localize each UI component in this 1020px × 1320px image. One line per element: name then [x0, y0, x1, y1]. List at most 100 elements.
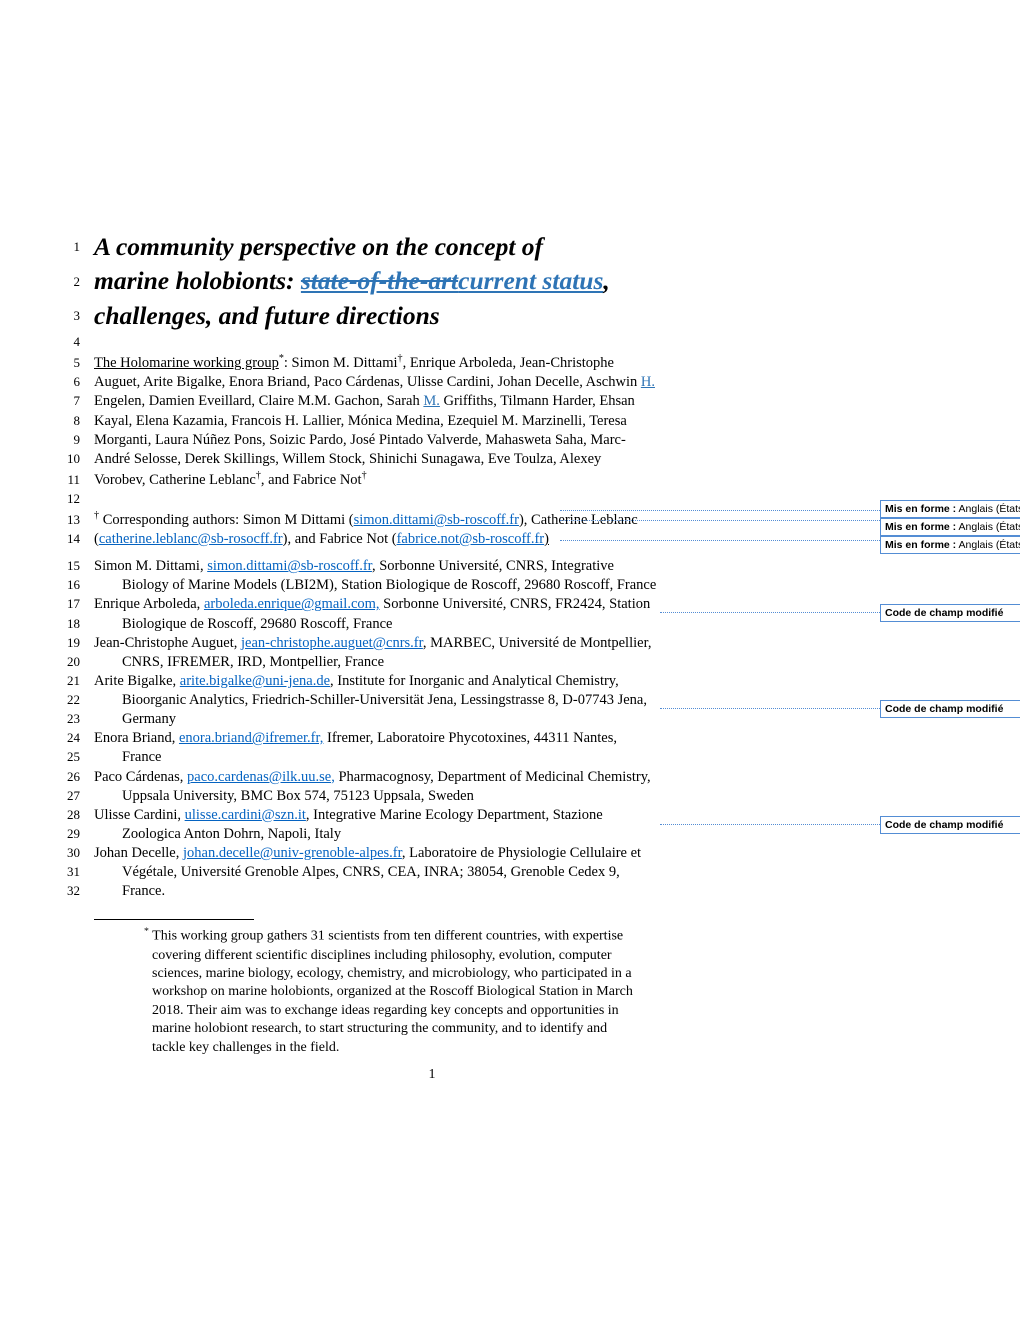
empty-line — [94, 490, 680, 509]
affiliation: Germany — [94, 710, 680, 729]
text: Germany — [94, 710, 176, 729]
body-line: 10 André Selosse, Derek Skillings, Wille… — [58, 450, 680, 469]
comment-connector — [560, 510, 880, 511]
body-line: 26 Paco Cárdenas, paco.cardenas@ilk.uu.s… — [58, 768, 680, 787]
title-text: A community perspective on the concept o… — [94, 230, 680, 264]
text: Ifremer, Laboratoire Phycotoxines, 44311… — [323, 730, 617, 746]
line-number: 14 — [58, 531, 80, 547]
body-line: 4 — [58, 333, 680, 352]
email-link[interactable]: simon.dittami@sb-roscoff.fr — [207, 558, 372, 574]
text: France — [94, 748, 161, 767]
line-number: 9 — [58, 432, 80, 448]
body-line: 5 The Holomarine working group*: Simon M… — [58, 352, 680, 373]
inserted-text: H. — [641, 374, 655, 390]
title-fragment: , — [603, 266, 609, 295]
body-line: 22 Bioorganic Analytics, Friedrich-Schil… — [58, 691, 680, 710]
line-number: 11 — [58, 472, 80, 488]
comment-connector — [660, 824, 880, 825]
text: , Institute for Inorganic and Analytical… — [330, 673, 619, 689]
text: Morganti, Laura Núñez Pons, Soizic Pardo… — [94, 431, 680, 450]
body-line: 18 Biologique de Roscoff, 29680 Roscoff,… — [58, 615, 680, 634]
email-link[interactable]: arboleda.enrique@gmail.com, — [204, 596, 380, 612]
field-code-comment-3[interactable]: Code de champ modifié — [880, 816, 1020, 834]
body-line: 9 Morganti, Laura Núñez Pons, Soizic Par… — [58, 431, 680, 450]
text: Vorobev, Catherine Leblanc†, and Fabrice… — [94, 469, 680, 490]
affiliation: Zoologica Anton Dohrn, Napoli, Italy — [94, 825, 680, 844]
body-line: 23 Germany — [58, 710, 680, 729]
text: Auguet, Arite Bigalke, Enora Briand, Pac… — [94, 373, 680, 392]
title-line-2: 2 marine holobionts: state-of-the-artcur… — [58, 264, 680, 298]
line-number: 1 — [58, 239, 80, 255]
affiliation: Ulisse Cardini, ulisse.cardini@szn.it, I… — [94, 806, 680, 825]
affiliation: Simon M. Dittami, simon.dittami@sb-rosco… — [94, 557, 680, 576]
email-link[interactable]: catherine.leblanc@sb-rosocff.fr — [99, 531, 283, 547]
text: Corresponding authors: Simon M Dittami ( — [99, 512, 354, 528]
comment-text: Anglais (États-Unis) — [956, 503, 1020, 515]
text: , Enrique Arboleda, Jean-Christophe — [403, 355, 614, 371]
line-number: 4 — [58, 334, 80, 350]
text: Biologique de Roscoff, 29680 Roscoff, Fr… — [94, 615, 393, 634]
email-link[interactable]: fabrice.not@sb-roscoff.fr — [397, 531, 545, 547]
title-text: marine holobionts: state-of-the-artcurre… — [94, 264, 680, 298]
text: Engelen, Damien Eveillard, Claire M.M. G… — [94, 392, 680, 411]
text: Enrique Arboleda, — [94, 596, 204, 612]
line-number: 29 — [58, 826, 80, 842]
text: Paco Cárdenas, — [94, 769, 187, 785]
footnote-text: This working group gathers 31 scientists… — [149, 929, 633, 1055]
comment-connector — [560, 520, 880, 521]
dagger: † — [362, 470, 367, 481]
field-code-comment-1[interactable]: Code de champ modifié — [880, 604, 1020, 622]
text: Vorobev, Catherine Leblanc — [94, 472, 256, 488]
title-line-3: 3 challenges, and future directions — [58, 299, 680, 333]
comment-label: Code de champ modifié — [885, 607, 1003, 619]
email-link[interactable]: johan.decelle@univ-grenoble-alpes.fr — [183, 845, 402, 861]
author-group: The Holomarine working group*: Simon M. … — [94, 352, 680, 373]
text: ) — [544, 531, 549, 547]
line-number: 21 — [58, 673, 80, 689]
email-link[interactable]: enora.briand@ifremer.fr, — [179, 730, 323, 746]
text: Biology of Marine Models (LBI2M), Statio… — [94, 576, 656, 595]
line-number: 27 — [58, 788, 80, 804]
email-link[interactable]: paco.cardenas@ilk.uu.se, — [187, 769, 335, 785]
text: Végétale, Université Grenoble Alpes, CNR… — [94, 863, 620, 882]
field-code-comment-2[interactable]: Code de champ modifié — [880, 700, 1020, 718]
body-line: 15 Simon M. Dittami, simon.dittami@sb-ro… — [58, 557, 680, 576]
line-number: 22 — [58, 692, 80, 708]
line-number: 15 — [58, 558, 80, 574]
line-number: 28 — [58, 807, 80, 823]
line-number: 5 — [58, 355, 80, 371]
text: : Simon M. Dittami — [284, 355, 398, 371]
format-comment-3[interactable]: Mis en forme : Anglais (États-Unis) — [880, 536, 1020, 554]
text: Uppsala University, BMC Box 574, 75123 U… — [94, 787, 474, 806]
text: , Laboratoire de Physiologie Cellulaire … — [402, 845, 641, 861]
email-link[interactable]: jean-christophe.auguet@cnrs.fr — [241, 635, 423, 651]
line-19: 19 Jean-Christophe Auguet, jean-christop… — [58, 634, 680, 653]
body-line: 29 Zoologica Anton Dohrn, Napoli, Italy — [58, 825, 680, 844]
line-number: 18 — [58, 616, 80, 632]
format-comment-2[interactable]: Mis en forme : Anglais (États-Unis) — [880, 518, 1020, 536]
text: Griffiths, Tilmann Harder, Ehsan — [440, 393, 635, 409]
line-number: 20 — [58, 654, 80, 670]
affiliation: Enora Briand, enora.briand@ifremer.fr, I… — [94, 729, 680, 748]
email-link[interactable]: arite.bigalke@uni-jena.de — [180, 673, 330, 689]
text: Pharmacognosy, Department of Medicinal C… — [335, 769, 651, 785]
line-number: 25 — [58, 749, 80, 765]
affiliation: Bioorganic Analytics, Friedrich-Schiller… — [94, 691, 680, 710]
email-link[interactable]: simon.dittami@sb-roscoff.fr — [354, 512, 519, 528]
format-comment-1[interactable]: Mis en forme : Anglais (États-Unis) — [880, 500, 1020, 518]
email-link[interactable]: ulisse.cardini@szn.it — [185, 807, 306, 823]
body-line: 31 Végétale, Université Grenoble Alpes, … — [58, 863, 680, 882]
text: Bioorganic Analytics, Friedrich-Schiller… — [94, 691, 647, 710]
text: Auguet, Arite Bigalke, Enora Briand, Pac… — [94, 374, 641, 390]
comment-label: Code de champ modifié — [885, 703, 1003, 715]
line-number: 19 — [58, 635, 80, 651]
text: Sorbonne Université, CNRS, FR2424, Stati… — [380, 596, 651, 612]
affiliation: Végétale, Université Grenoble Alpes, CNR… — [94, 863, 680, 882]
affiliation: Jean-Christophe Auguet, jean-christophe.… — [94, 634, 680, 653]
line-number: 23 — [58, 711, 80, 727]
inserted-text: current status — [458, 266, 603, 295]
affiliation: Biologique de Roscoff, 29680 Roscoff, Fr… — [94, 615, 680, 634]
comment-text: Anglais (États-Unis) — [956, 521, 1020, 533]
body-line: 8 Kayal, Elena Kazamia, Francois H. Lall… — [58, 412, 680, 431]
line-24: 24 Enora Briand, enora.briand@ifremer.fr… — [58, 729, 680, 748]
